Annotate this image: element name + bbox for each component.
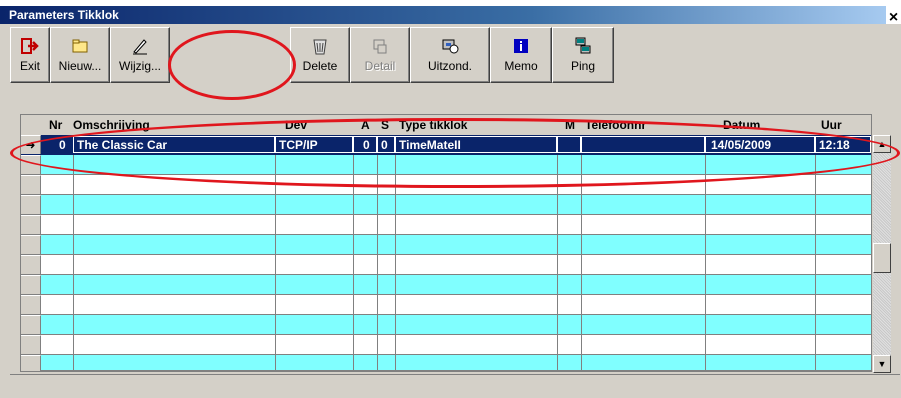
column-header-type[interactable]: Type tikklok <box>399 118 467 132</box>
column-header-nr[interactable]: Nr <box>49 118 62 132</box>
window-title: Parameters Tikklok <box>0 6 886 24</box>
edit-button[interactable]: Wijzig... <box>110 27 170 83</box>
column-header-uur[interactable]: Uur <box>821 118 842 132</box>
current-row-arrow-icon[interactable]: ➜ <box>21 135 41 154</box>
cell-s[interactable]: 0 <box>381 138 388 152</box>
detail-label: Detail <box>364 59 396 73</box>
table-row[interactable] <box>21 355 871 371</box>
grid-header: Nr Omschrijving Dev A S Type tikklok M T… <box>21 115 871 135</box>
info-icon <box>514 39 528 53</box>
column-divider <box>395 135 396 371</box>
row-indicator[interactable] <box>21 315 41 334</box>
edit-icon <box>133 39 147 55</box>
cell-type[interactable]: TimeMateII <box>399 138 461 152</box>
cell-box <box>581 136 705 153</box>
row-indicator[interactable] <box>21 215 41 234</box>
table-row[interactable] <box>21 195 871 215</box>
table-row[interactable] <box>21 335 871 355</box>
title-bar: Parameters Tikklok × <box>0 0 901 26</box>
column-header-telefoonnr[interactable]: Telefoonnr <box>585 118 646 132</box>
close-button[interactable]: × <box>886 10 901 26</box>
table-row[interactable] <box>21 295 871 315</box>
column-header-s[interactable]: S <box>381 118 389 132</box>
table-row[interactable] <box>21 315 871 335</box>
edit-label: Wijzig... <box>119 59 161 73</box>
row-indicator[interactable] <box>21 335 41 354</box>
divider <box>10 374 900 375</box>
column-divider <box>557 135 558 371</box>
table-row[interactable] <box>21 215 871 235</box>
row-indicator[interactable] <box>21 275 41 294</box>
column-divider <box>353 135 354 371</box>
table-row[interactable] <box>21 275 871 295</box>
exit-icon <box>21 38 39 54</box>
cell-box <box>557 136 581 153</box>
table-row-selected[interactable]: ➜ 0 The Classic Car TCP/IP 0 0 TimeMateI… <box>21 135 871 155</box>
column-header-a[interactable]: A <box>361 118 370 132</box>
cell-dev[interactable]: TCP/IP <box>279 138 318 152</box>
column-header-omschrijving[interactable]: Omschrijving <box>73 118 150 132</box>
row-indicator[interactable] <box>21 295 41 314</box>
delete-button[interactable]: Delete <box>290 27 350 83</box>
exit-button[interactable]: Exit <box>10 27 50 83</box>
column-divider <box>377 135 378 371</box>
column-header-m[interactable]: M <box>565 118 575 132</box>
detail-icon <box>373 39 387 54</box>
table-row[interactable] <box>21 175 871 195</box>
memo-label: Memo <box>504 59 538 73</box>
cell-omschrijving[interactable]: The Classic Car <box>77 138 167 152</box>
exceptions-icon <box>442 39 459 54</box>
row-indicator[interactable] <box>21 175 41 194</box>
vertical-scrollbar[interactable]: ▲ ▼ <box>873 135 891 373</box>
column-divider <box>581 135 582 371</box>
exit-label: Exit <box>19 59 40 73</box>
row-indicator[interactable] <box>21 255 41 274</box>
cell-nr[interactable]: 0 <box>59 138 66 152</box>
data-grid[interactable]: Nr Omschrijving Dev A S Type tikklok M T… <box>20 114 891 373</box>
network-icon <box>575 37 591 54</box>
exceptions-button[interactable]: Uitzond. <box>410 27 490 83</box>
scroll-down-button[interactable]: ▼ <box>873 355 891 373</box>
row-indicator[interactable] <box>21 195 41 214</box>
scroll-up-button[interactable]: ▲ <box>873 135 891 153</box>
new-label: Nieuw... <box>58 59 102 73</box>
toolbar: Exit Nieuw... Wijzig... Delete Detail Ui… <box>10 27 890 87</box>
exceptions-label: Uitzond. <box>427 59 473 73</box>
new-icon <box>72 39 88 53</box>
cell-uur[interactable]: 12:18 <box>819 138 850 152</box>
row-indicator[interactable] <box>21 155 41 174</box>
column-header-datum[interactable]: Datum <box>723 118 760 132</box>
column-divider <box>815 135 816 371</box>
column-header-dev[interactable]: Dev <box>285 118 307 132</box>
trash-icon <box>313 39 327 55</box>
column-divider <box>73 135 74 371</box>
column-divider <box>275 135 276 371</box>
new-button[interactable]: Nieuw... <box>50 27 110 83</box>
delete-label: Delete <box>302 59 338 73</box>
cell-a[interactable]: 0 <box>363 138 370 152</box>
column-divider <box>705 135 706 371</box>
row-indicator[interactable] <box>21 235 41 254</box>
table-row[interactable] <box>21 255 871 275</box>
detail-button[interactable]: Detail <box>350 27 410 83</box>
table-row[interactable] <box>21 155 871 175</box>
row-indicator[interactable] <box>21 355 41 371</box>
ping-label: Ping <box>570 59 596 73</box>
ping-button[interactable]: Ping <box>552 27 614 83</box>
memo-button[interactable]: Memo <box>490 27 552 83</box>
table-row[interactable] <box>21 235 871 255</box>
cell-datum[interactable]: 14/05/2009 <box>711 138 771 152</box>
scroll-thumb[interactable] <box>873 243 891 273</box>
